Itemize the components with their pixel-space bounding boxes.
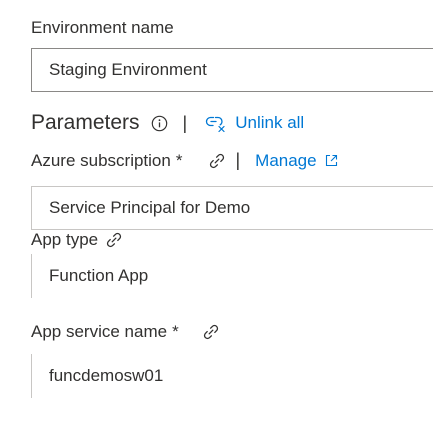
environment-name-value: Staging Environment <box>49 60 207 79</box>
unlink-icon[interactable] <box>205 113 227 133</box>
parameters-panel: Environment name Staging Environment Par… <box>0 0 433 441</box>
info-icon[interactable] <box>151 115 168 132</box>
app-type-label: App type <box>31 230 123 250</box>
environment-name-label: Environment name <box>31 18 174 38</box>
environment-name-field[interactable]: Staging Environment <box>31 48 433 92</box>
link-icon[interactable] <box>202 323 220 341</box>
manage-link[interactable]: Manage <box>255 151 316 171</box>
app-service-name-required: * <box>172 322 179 341</box>
environment-name-label-text: Environment name <box>31 18 174 37</box>
external-link-icon[interactable] <box>325 154 338 167</box>
azure-subscription-value: Service Principal for Demo <box>49 198 251 217</box>
azure-subscription-label-text: Azure subscription <box>31 150 171 170</box>
azure-subscription-field[interactable]: Service Principal for Demo <box>31 186 433 230</box>
parameters-separator: | <box>182 112 188 133</box>
unlink-all-link[interactable]: Unlink all <box>235 113 304 133</box>
azure-subscription-label: Azure subscription * | Manage <box>31 150 338 171</box>
app-type-value: Function App <box>49 266 149 285</box>
app-type-field[interactable]: Function App <box>31 254 433 298</box>
app-type-label-text: App type <box>31 230 99 249</box>
app-service-name-field[interactable]: funcdemosw01 <box>31 354 433 398</box>
app-service-name-value: funcdemosw01 <box>49 366 164 385</box>
parameters-header: Parameters | Unlink all <box>31 111 304 135</box>
parameters-title: Parameters <box>31 111 140 134</box>
link-icon[interactable] <box>105 231 123 249</box>
azure-subscription-separator: | <box>235 150 241 170</box>
app-service-name-label: App service name * <box>31 322 220 342</box>
link-icon[interactable] <box>208 152 226 170</box>
app-service-name-label-text: App service name <box>31 322 168 341</box>
azure-subscription-required: * <box>175 150 183 170</box>
